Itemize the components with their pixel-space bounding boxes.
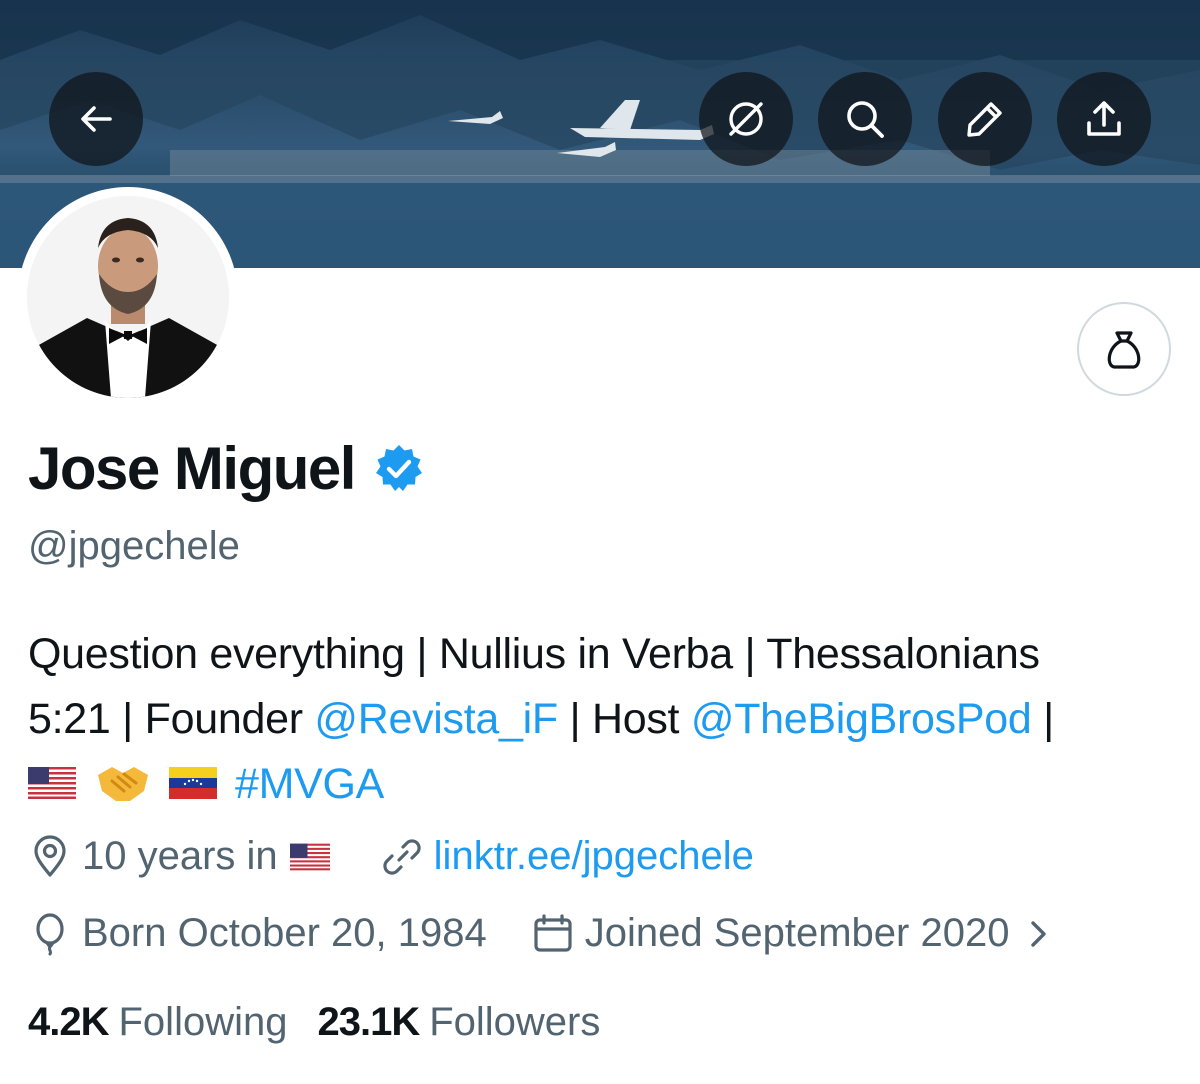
venezuela-flag-icon bbox=[169, 766, 218, 799]
grok-button[interactable] bbox=[699, 72, 793, 166]
profile-avatar[interactable] bbox=[18, 187, 238, 407]
us-flag-icon bbox=[28, 766, 76, 799]
search-button[interactable] bbox=[818, 72, 912, 166]
following-label: Following bbox=[118, 1000, 288, 1044]
arrow-left-icon bbox=[81, 106, 112, 132]
balloon-icon bbox=[36, 912, 64, 955]
money-bag-icon bbox=[1107, 331, 1141, 369]
calendar-icon bbox=[534, 913, 572, 952]
joined-text: Joined September 2020 bbox=[584, 911, 1010, 955]
us-flag-icon bbox=[289, 843, 330, 870]
website-link[interactable]: linktr.ee/jpgechele bbox=[434, 834, 754, 879]
avatar-photo bbox=[27, 196, 229, 398]
mention-link-bigbrospod[interactable]: @TheBigBrosPod bbox=[691, 695, 1032, 743]
display-name: Jose Miguel bbox=[28, 435, 356, 502]
followers-stat[interactable]: 23.1K Followers bbox=[317, 1000, 600, 1045]
grok-icon bbox=[729, 102, 763, 136]
verified-badge-icon[interactable] bbox=[373, 443, 425, 495]
link-icon bbox=[383, 838, 421, 875]
profile-bio: Question everything | Nullius in Verba |… bbox=[28, 622, 1178, 817]
bio-line-2: 5:21 | Founder @Revista_iF | Host @TheBi… bbox=[28, 687, 1178, 752]
edit-button[interactable] bbox=[938, 72, 1032, 166]
pencil-icon bbox=[967, 102, 1002, 137]
bio-text: | bbox=[1031, 695, 1055, 743]
chevron-right-icon bbox=[1031, 920, 1047, 947]
location-item: 10 years in bbox=[28, 834, 340, 879]
profile-meta-row-1: 10 years in linktr.ee/jpgechele bbox=[28, 834, 754, 879]
followers-label: Followers bbox=[429, 1000, 601, 1044]
following-count: 4.2K bbox=[28, 1000, 109, 1044]
bio-text: 5:21 | Founder bbox=[28, 695, 315, 743]
profile-meta-row-2: Born October 20, 1984 Joined September 2… bbox=[28, 911, 1061, 956]
bio-line-1: Question everything | Nullius in Verba |… bbox=[28, 630, 1040, 678]
joined-item[interactable]: Joined September 2020 bbox=[531, 911, 1062, 956]
tips-button[interactable] bbox=[1077, 302, 1171, 396]
following-stat[interactable]: 4.2K Following bbox=[28, 1000, 287, 1045]
bio-text: | Host bbox=[557, 695, 691, 743]
birthday-text: Born October 20, 1984 bbox=[82, 911, 487, 955]
handshake-icon bbox=[97, 766, 148, 801]
location-text: 10 years in bbox=[82, 834, 278, 878]
website-item[interactable]: linktr.ee/jpgechele bbox=[380, 834, 754, 879]
share-icon bbox=[1087, 101, 1121, 136]
back-button[interactable] bbox=[49, 72, 143, 166]
hashtag-link-mvga[interactable]: #MVGA bbox=[235, 760, 384, 808]
profile-handle: @jpgechele bbox=[28, 524, 240, 568]
followers-count: 23.1K bbox=[317, 1000, 420, 1044]
profile-stats: 4.2K Following 23.1K Followers bbox=[28, 1000, 630, 1045]
birthday-item: Born October 20, 1984 bbox=[28, 911, 487, 956]
mention-link-revista[interactable]: @Revista_iF bbox=[314, 695, 558, 743]
search-icon bbox=[847, 101, 884, 138]
profile-name-row: Jose Miguel bbox=[28, 434, 425, 503]
bio-line-3: #MVGA bbox=[28, 752, 1178, 817]
share-button[interactable] bbox=[1057, 72, 1151, 166]
location-pin-icon bbox=[34, 834, 66, 877]
